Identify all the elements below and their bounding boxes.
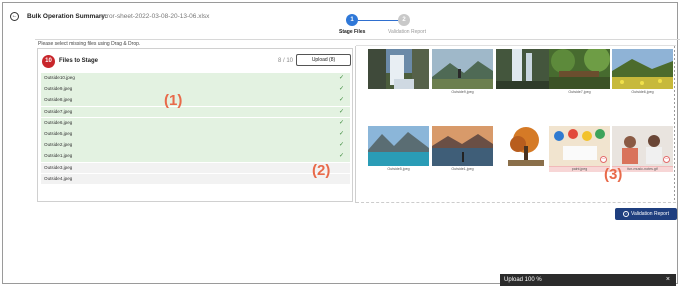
file-row[interactable]: Outside8.jpeg ✓ [41,95,350,107]
image-caption: Outside5.jpeg [368,166,429,172]
file-name: Outside2.jpeg [44,142,73,148]
file-name: Outside5.jpeg [44,130,73,136]
mountain-hiker-image [432,49,493,89]
file-name: Outside8.jpeg [44,97,73,103]
close-icon[interactable]: × [666,274,670,286]
file-row[interactable]: Outside4.jpeg [41,173,350,185]
back-arrow-icon[interactable]: ← [10,12,19,21]
file-row[interactable]: Outside2.jpeg ✓ [41,140,350,151]
file-row[interactable]: Outside3.jpeg [41,162,350,174]
checkmark-icon: ✓ [338,119,344,126]
tall-waterfall-image [496,49,557,89]
waterfall-rocks-image [368,49,429,89]
image-thumbnail[interactable] [496,126,557,172]
image-thumbnail[interactable]: Outside9.jpeg [432,49,493,95]
image-caption: Outside7.jpeg [549,89,610,95]
staged-progress-count: 8 / 10 [278,58,294,64]
file-list: Outside10.jpeg ✓ Outside9.jpeg ✓ Outside8.jp… [41,73,350,185]
checkmark-icon: ✓ [338,75,344,81]
file-name: Outside10.jpeg [44,75,75,80]
paint-palette-image: – [549,126,610,167]
header-divider [35,39,680,40]
file-name: Outside6.jpeg [44,119,73,125]
gallery-scrollbar[interactable] [674,46,675,202]
file-row[interactable]: Outside5.jpeg ✓ [41,128,350,140]
file-name: Outside9.jpeg [44,86,73,92]
step-1-label: Stage Files [339,29,366,35]
checkmark-icon: ✓ [338,130,344,137]
remove-icon[interactable]: – [600,156,607,163]
image-caption [496,166,557,172]
image-caption [368,89,429,95]
step-2-indicator[interactable]: 2 [398,14,410,26]
arrow-right-circle-icon: › [623,210,629,217]
file-count-badge: 10 [42,55,55,68]
file-name: Outside3.jpeg [44,164,73,170]
forest-bridge-image [549,49,610,89]
autumn-tree-image [496,126,557,166]
upload-toast-text: Upload 100 % [504,277,542,283]
image-thumbnail[interactable]: Outside7.jpeg [549,49,610,95]
annotation-label-1: (1) [164,92,183,109]
image-thumbnail[interactable] [496,49,557,95]
file-row[interactable]: Outside10.jpeg ✓ [41,73,350,84]
upload-toast: Upload 100 % × [500,274,676,286]
image-gallery-dropzone[interactable]: Outside9.jpeg Outside7.jpeg Outside6.jpeg O… [356,45,676,203]
image-caption: paint.jpeg [549,166,610,172]
image-thumbnail[interactable]: Outside6.jpeg [612,49,673,95]
validation-report-button[interactable]: › Validation Report [615,208,677,220]
step-2-label: Validation Report [388,29,426,35]
image-caption [496,89,557,95]
checkmark-icon: ✓ [338,153,344,160]
turquoise-lake-image [368,126,429,166]
image-caption: Outside1.jpeg [432,166,493,172]
panel-title: Files to Stage [59,58,99,64]
page-title: Bulk Operation Summary: [27,13,108,20]
file-row[interactable]: Outside7.jpeg ✓ [41,106,350,118]
image-thumbnail[interactable]: – paint.jpeg [549,126,610,172]
validation-report-label: Validation Report [631,211,669,217]
annotation-label-2: (2) [312,162,331,179]
checkmark-icon: ✓ [338,142,344,149]
people-music-image: – [612,126,673,167]
image-caption: Outside9.jpeg [432,89,493,95]
upload-button[interactable]: Upload (8) [296,54,351,66]
checkmark-icon: ✓ [338,86,344,93]
checkmark-icon: ✓ [338,108,344,115]
image-thumbnail[interactable]: Outside5.jpeg [368,126,429,172]
instruction-text: Please select missing files using Drag &… [38,41,141,47]
image-thumbnail[interactable]: Outside1.jpeg [432,126,493,172]
meadow-flowers-image [612,49,673,89]
step-1-indicator[interactable]: 1 [346,14,358,26]
annotation-label-3: (3) [604,166,623,183]
checkmark-icon: ✓ [338,97,344,104]
image-caption: Outside6.jpeg [612,89,673,95]
file-name: Outside4.jpeg [44,175,73,181]
file-row[interactable]: Outside6.jpeg ✓ [41,117,350,129]
files-to-stage-panel: 10 Files to Stage 8 / 10 Upload (8) Outs… [37,48,353,202]
lake-reflection-image [432,126,493,166]
remove-icon[interactable]: – [663,156,670,163]
file-name: Outside7.jpeg [44,108,73,114]
file-name: Outside1.jpeg [44,153,73,159]
file-row[interactable]: Outside1.jpeg ✓ [41,151,350,163]
source-filename: error-sheet-2022-03-08-20-13-06.xlsx [101,13,210,20]
image-thumbnail[interactable] [368,49,429,95]
file-row[interactable]: Outside9.jpeg ✓ [41,84,350,95]
